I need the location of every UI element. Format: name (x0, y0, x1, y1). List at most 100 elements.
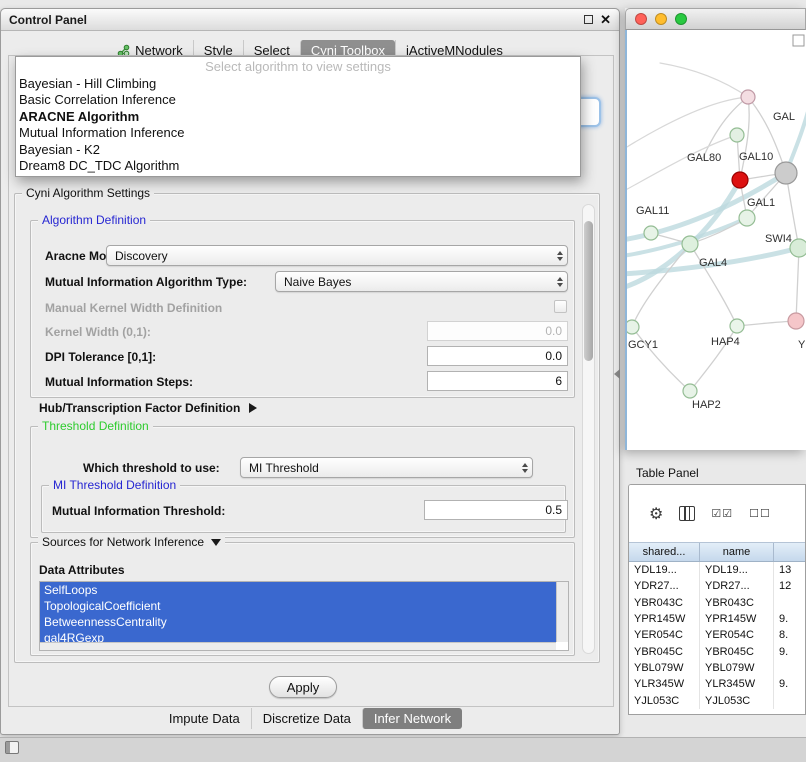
network-edge[interactable] (632, 327, 690, 391)
network-node[interactable] (732, 172, 748, 188)
manual-kernel-width-checkbox[interactable] (554, 300, 567, 313)
table-toolbar: ⚙ ☑☑ ☐☐ (629, 485, 805, 542)
apply-button[interactable]: Apply (269, 676, 337, 698)
network-node[interactable] (730, 319, 744, 333)
network-node[interactable] (739, 210, 755, 226)
attributes-horizontal-scrollbar[interactable] (40, 642, 556, 650)
dpi-tolerance-label: DPI Tolerance [0,1]: (45, 350, 156, 364)
algorithm-definition-legend: Algorithm Definition (38, 213, 150, 227)
network-node[interactable] (775, 162, 797, 184)
algorithm-option-mutual-information-inference[interactable]: Mutual Information Inference (16, 125, 580, 141)
dropdown-items: Bayesian - Hill ClimbingBasic Correlatio… (16, 76, 580, 174)
dpi-tolerance-input[interactable]: 0.0 (427, 346, 568, 366)
network-node[interactable] (644, 226, 658, 240)
attribute-item-topologicalcoefficient[interactable]: TopologicalCoefficient (40, 598, 556, 614)
table-cell: YJL053C (629, 692, 700, 708)
table-cell (774, 660, 806, 676)
kernel-width-input[interactable]: 0.0 (427, 321, 568, 341)
show-unselected-icon[interactable]: ☐☐ (749, 507, 771, 520)
data-attributes-list[interactable]: SelfLoopsTopologicalCoefficientBetweenne… (39, 581, 569, 651)
aracne-mode-select[interactable]: Discovery (106, 245, 568, 266)
network-corner-box (793, 35, 804, 46)
close-window-icon[interactable]: ✕ (600, 13, 611, 26)
attributes-vertical-scrollbar[interactable] (556, 582, 568, 642)
table-row[interactable]: YBL079WYBL079W (629, 660, 805, 676)
table-cell: YBR043C (629, 595, 700, 611)
network-node[interactable] (683, 384, 697, 398)
tab-label: Impute Data (169, 711, 240, 726)
attribute-item-selfloops[interactable]: SelfLoops (40, 582, 556, 598)
mi-threshold-input[interactable]: 0.5 (424, 500, 568, 520)
table-cell: 8. (774, 627, 806, 643)
network-node[interactable] (682, 236, 698, 252)
network-edge[interactable] (632, 244, 690, 327)
table-row[interactable]: YPR145WYPR145W9. (629, 611, 805, 627)
threshold-definition-legend: Threshold Definition (38, 419, 153, 433)
stepper-icon (557, 251, 563, 261)
scrollbar-thumb[interactable] (584, 221, 593, 361)
bottom-tab-discretize-data[interactable]: Discretize Data (251, 708, 362, 729)
algorithm-definition-group: Algorithm Definition Aracne Mode: Discov… (30, 220, 575, 398)
table-cell: YBL079W (629, 660, 700, 676)
network-node-label: GAL1 (747, 197, 775, 209)
network-edge[interactable] (627, 97, 748, 150)
table-row[interactable]: YDL19...YDL19...13 (629, 562, 805, 578)
network-node-label: GAL4 (699, 257, 727, 269)
settings-scrollbar[interactable] (582, 204, 595, 654)
which-threshold-select[interactable]: MI Threshold (240, 457, 533, 478)
mi-threshold-definition-legend: MI Threshold Definition (49, 478, 180, 492)
bottom-tab-infer-network[interactable]: Infer Network (362, 708, 462, 729)
network-node[interactable] (741, 90, 755, 104)
minimize-traffic-light[interactable] (655, 13, 667, 25)
table-cell: YBR043C (700, 595, 774, 611)
algorithm-option-bayesian-hill-climbing[interactable]: Bayesian - Hill Climbing (16, 76, 580, 92)
sources-legend[interactable]: Sources for Network Inference (38, 535, 225, 549)
network-window-titlebar[interactable] (625, 8, 806, 30)
show-selected-icon[interactable]: ☑☑ (711, 507, 733, 520)
algorithm-option-aracne-algorithm[interactable]: ARACNE Algorithm (16, 109, 580, 125)
columns-icon[interactable] (679, 506, 695, 521)
splitter-collapse-icon[interactable] (614, 369, 620, 379)
table-row[interactable]: YER054CYER054C8. (629, 627, 805, 643)
table-row[interactable]: YJL053CYJL053C (629, 692, 805, 708)
algorithm-option-dream8-dc-tdc-algorithm[interactable]: Dream8 DC_TDC Algorithm (16, 158, 580, 174)
network-canvas[interactable]: GALGAL80GAL10GAL11GAL1SWI4GAL4GCY1HAP4YH… (625, 30, 806, 450)
sources-for-network-inference-group: Sources for Network Inference Data Attri… (30, 542, 575, 656)
zoom-traffic-light[interactable] (675, 13, 687, 25)
table-cell: YBR045C (700, 643, 774, 659)
attribute-item-betweennesscentrality[interactable]: BetweennessCentrality (40, 614, 556, 630)
mi-steps-input[interactable]: 6 (427, 371, 568, 391)
network-edge[interactable] (796, 248, 799, 321)
column-header-shared[interactable]: shared... (629, 543, 700, 561)
table-cell (774, 595, 806, 611)
table-panel: ⚙ ☑☑ ☐☐ shared...name YDL19...YDL19...13YD… (628, 484, 806, 715)
bottom-tab-impute-data[interactable]: Impute Data (158, 708, 251, 729)
algorithm-option-basic-correlation-inference[interactable]: Basic Correlation Inference (16, 92, 580, 108)
network-edge[interactable] (737, 321, 796, 326)
network-edge[interactable] (660, 63, 748, 97)
table-row[interactable]: YBR043CYBR043C (629, 595, 805, 611)
table-row[interactable]: YLR345WYLR345W9. (629, 676, 805, 692)
data-attributes-label: Data Attributes (39, 563, 125, 577)
network-node[interactable] (627, 320, 639, 334)
mi-algorithm-type-select[interactable]: Naive Bayes (275, 271, 568, 292)
network-node[interactable] (730, 128, 744, 142)
table-row[interactable]: YBR045CYBR045C9. (629, 643, 805, 659)
hub-definition-toggle[interactable]: Hub/Transcription Factor Definition (39, 401, 257, 415)
network-node[interactable] (788, 313, 804, 329)
column-header-name[interactable]: name (700, 543, 774, 561)
network-node-label: Y (798, 339, 806, 351)
gear-icon[interactable]: ⚙ (649, 504, 663, 524)
column-header[interactable] (774, 543, 806, 561)
table-cell: 12 (774, 578, 806, 594)
tab-label: Infer Network (374, 711, 451, 726)
float-window-icon[interactable] (584, 15, 593, 24)
attribute-item-gal4rgexp[interactable]: gal4RGexp (40, 630, 556, 642)
table-row[interactable]: YDR27...YDR27...12 (629, 578, 805, 594)
close-traffic-light[interactable] (635, 13, 647, 25)
panel-dock-icon[interactable] (5, 741, 19, 754)
table-cell: YER054C (700, 627, 774, 643)
network-node[interactable] (790, 239, 806, 257)
algorithm-option-bayesian-k2[interactable]: Bayesian - K2 (16, 142, 580, 158)
control-panel-titlebar[interactable]: Control Panel ✕ (1, 9, 619, 31)
